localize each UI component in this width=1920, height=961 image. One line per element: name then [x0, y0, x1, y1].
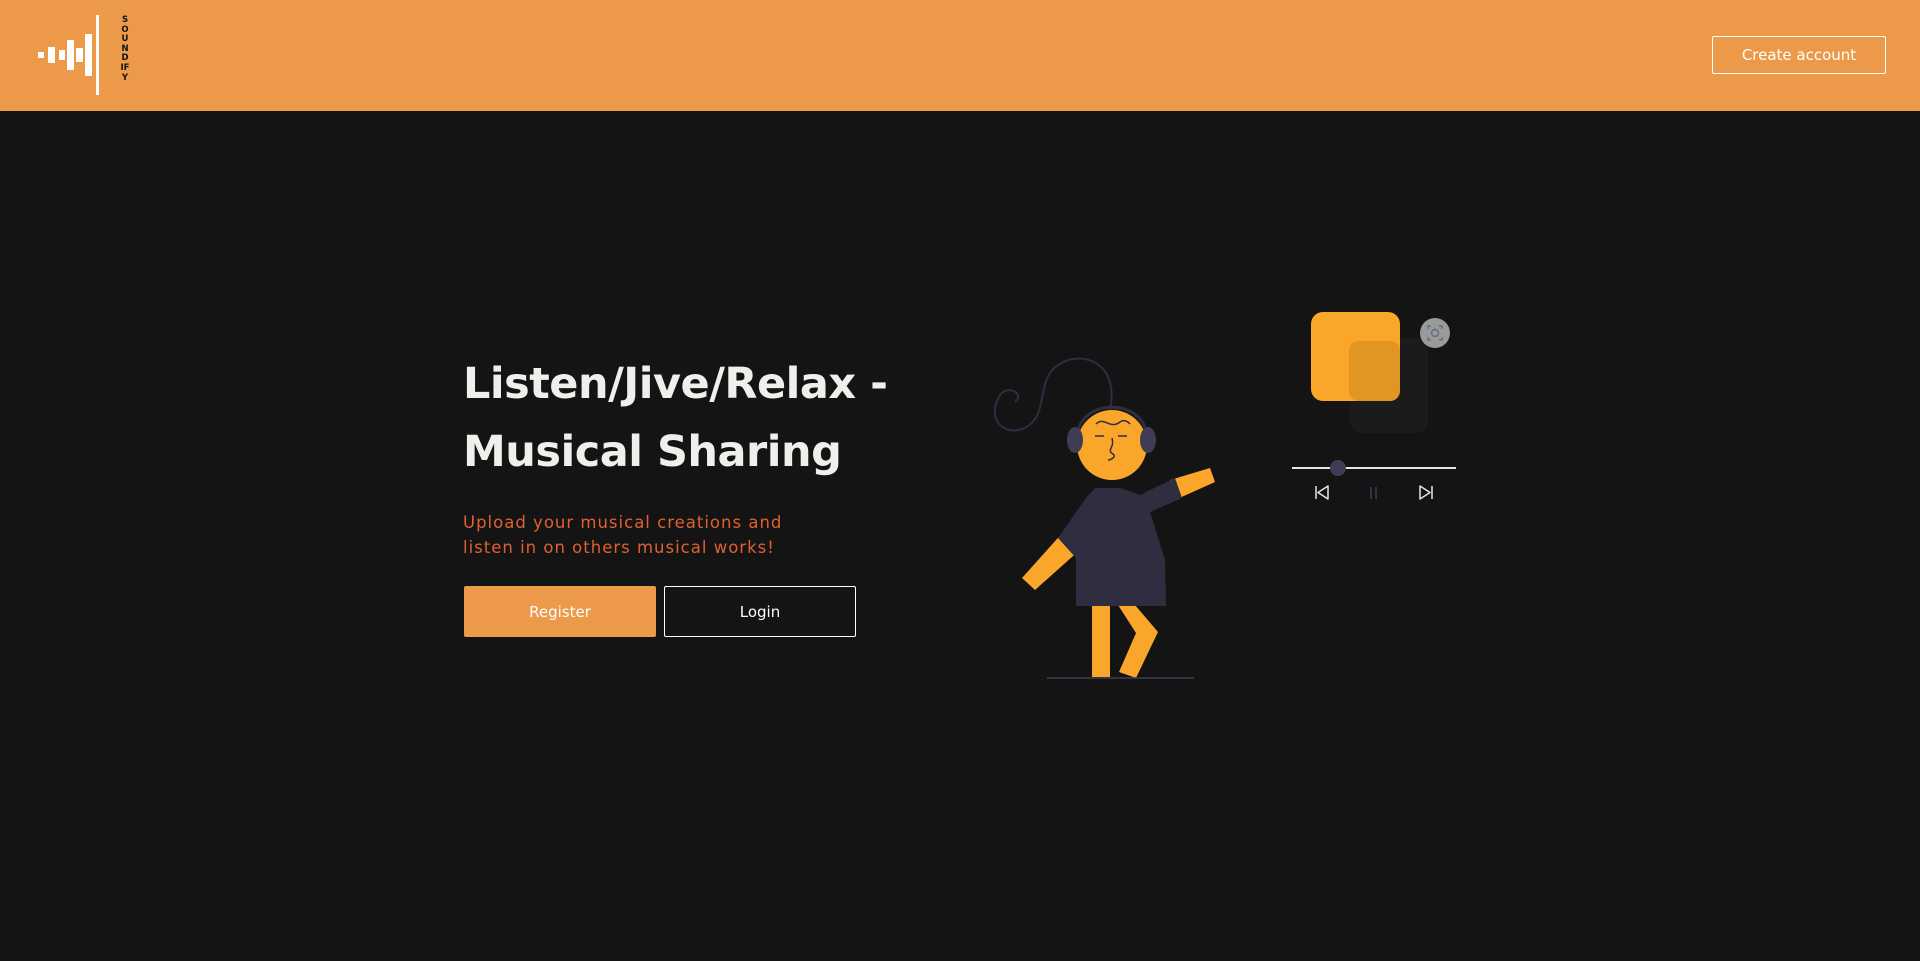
- logo-wordmark: SOUNDIFY: [120, 15, 130, 83]
- dancing-person-figure: [993, 357, 1215, 679]
- login-button[interactable]: Login: [664, 586, 856, 637]
- music-illustration: [993, 312, 1456, 679]
- skip-previous-icon[interactable]: [1315, 485, 1329, 500]
- album-cover: [1311, 312, 1428, 433]
- hero-title: Listen/Jive/Relax - Musical Sharing: [463, 359, 888, 477]
- image-focus-icon[interactable]: [1420, 318, 1450, 348]
- create-account-button[interactable]: Create account: [1712, 36, 1886, 74]
- skip-next-icon[interactable]: [1419, 485, 1433, 500]
- hero-subtitle: Upload your musical creations and listen…: [463, 513, 783, 557]
- top-header: SOUNDIFY Create account: [0, 0, 1920, 111]
- register-button[interactable]: Register: [464, 586, 656, 637]
- soundwave-logo-icon[interactable]: [38, 15, 130, 95]
- pause-icon[interactable]: [1370, 487, 1377, 499]
- progress-slider[interactable]: [1292, 460, 1456, 476]
